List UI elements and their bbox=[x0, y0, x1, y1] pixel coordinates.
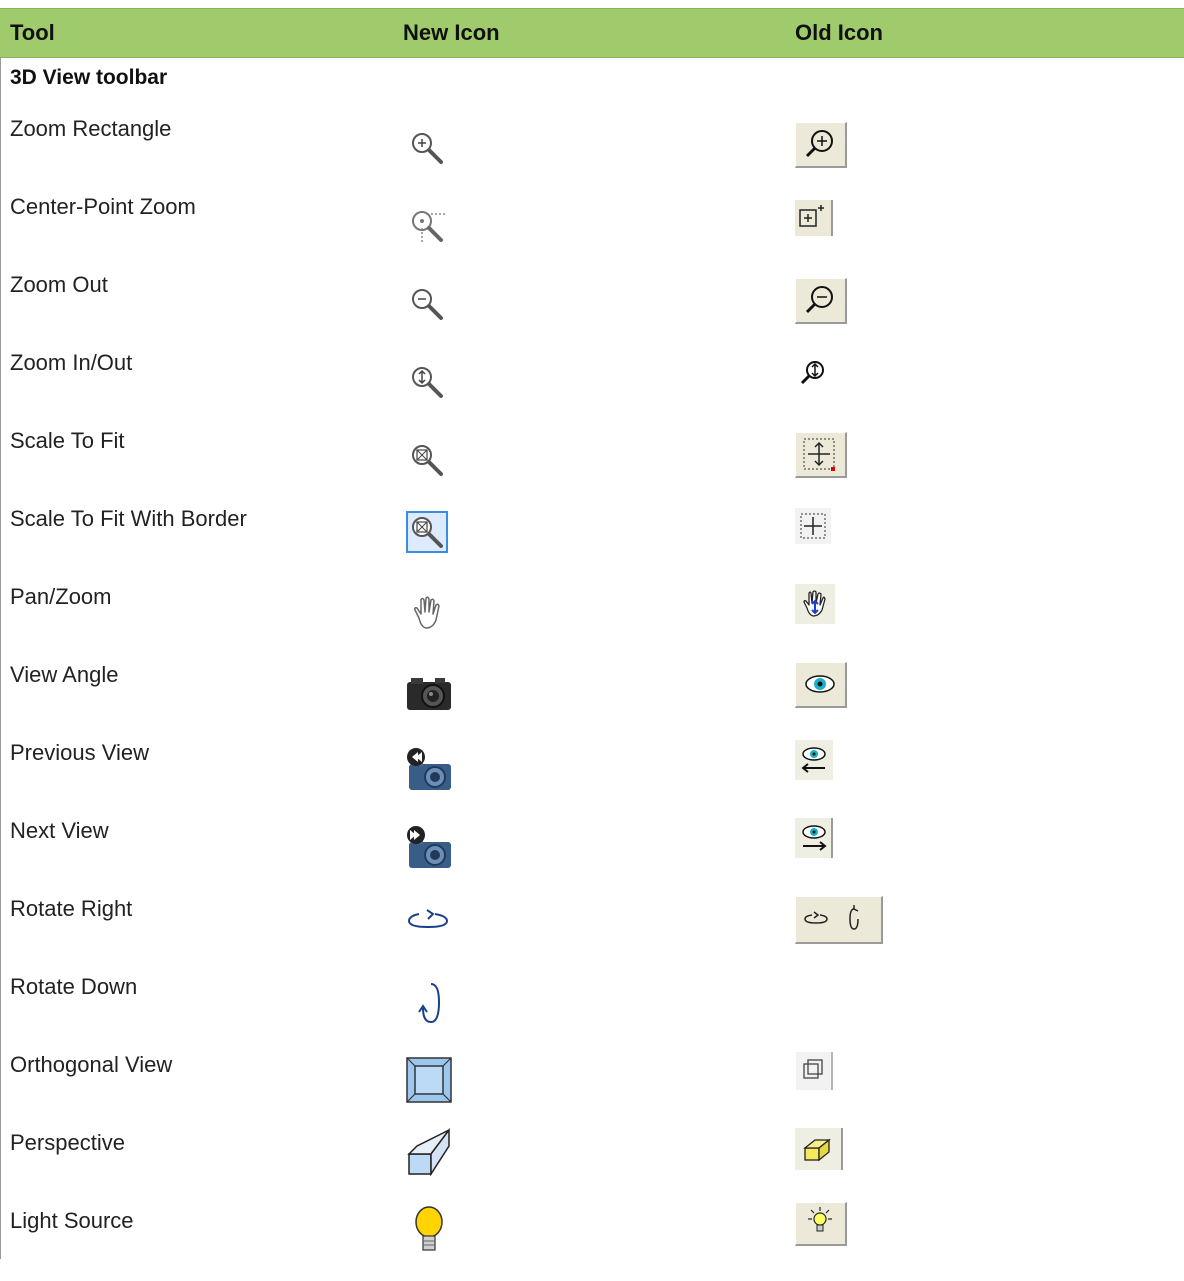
tool-name: Rotate Down bbox=[10, 974, 138, 999]
tool-name: Scale To Fit bbox=[10, 428, 125, 453]
table-row: Light Source bbox=[0, 1202, 1184, 1281]
table-row: Rotate Down bbox=[0, 970, 1184, 1047]
section-title: 3D View toolbar bbox=[10, 66, 168, 89]
table-row: Scale To Fit bbox=[0, 424, 1184, 501]
zoom-plus-button-icon bbox=[795, 122, 847, 168]
table-row: Next View bbox=[0, 814, 1184, 891]
camera-icon bbox=[407, 678, 451, 710]
zoom-in-out-icon bbox=[412, 367, 443, 398]
table-row: Orthogonal View bbox=[0, 1048, 1184, 1125]
center-point-zoom-button-icon bbox=[795, 200, 833, 236]
zoom-in-out-button-icon bbox=[795, 356, 831, 392]
scale-to-fit-border-button-icon bbox=[795, 508, 831, 544]
eye-button-icon bbox=[795, 662, 847, 708]
rotate-buttons-icon bbox=[795, 896, 883, 944]
perspective-button-icon bbox=[795, 1128, 843, 1170]
rotate-down-icon bbox=[418, 983, 441, 1024]
tool-name: Zoom Out bbox=[10, 272, 108, 297]
zoom-plus-icon bbox=[412, 133, 443, 164]
tool-name: Zoom In/Out bbox=[10, 350, 133, 375]
pan-zoom-button-icon bbox=[795, 584, 835, 624]
tool-name: Perspective bbox=[10, 1130, 125, 1155]
tool-name: Zoom Rectangle bbox=[10, 116, 172, 141]
table-row: Scale To Fit With Border bbox=[0, 502, 1184, 579]
camera-next-icon bbox=[407, 826, 451, 868]
tool-name: Orthogonal View bbox=[10, 1052, 173, 1077]
table-row: Perspective bbox=[0, 1126, 1184, 1203]
icon-comparison-table: Tool New Icon Old Icon 3D View toolbar Z… bbox=[0, 0, 1184, 1259]
table-row: Pan/Zoom bbox=[0, 580, 1184, 657]
center-point-zoom-icon bbox=[412, 211, 445, 244]
eye-next-button-icon bbox=[795, 818, 833, 858]
header-tool: Tool bbox=[10, 20, 55, 45]
orthogonal-button-icon bbox=[795, 1052, 833, 1090]
light-bulb-button-icon bbox=[795, 1202, 847, 1246]
header-old-icon: Old Icon bbox=[795, 20, 883, 45]
table-row: Previous View bbox=[0, 736, 1184, 813]
tool-name: Next View bbox=[10, 818, 109, 843]
eye-previous-button-icon bbox=[795, 740, 833, 780]
table-row: Rotate Right bbox=[0, 892, 1184, 969]
table-row: View Angle bbox=[0, 658, 1184, 735]
tool-name: Rotate Right bbox=[10, 896, 133, 921]
scale-to-fit-button-icon bbox=[795, 432, 847, 478]
rotate-right-icon bbox=[407, 909, 449, 929]
tool-name: Pan/Zoom bbox=[10, 584, 112, 609]
tool-name: Previous View bbox=[10, 740, 149, 765]
table-row: Zoom Out bbox=[0, 268, 1184, 345]
orthogonal-cube-icon bbox=[406, 1057, 452, 1103]
table-row: Zoom In/Out bbox=[0, 346, 1184, 423]
hand-icon bbox=[414, 596, 440, 629]
tool-name: Scale To Fit With Border bbox=[10, 506, 247, 531]
header-new-icon: New Icon bbox=[403, 20, 500, 45]
table-row: Center-Point Zoom bbox=[0, 190, 1184, 267]
tool-name: Light Source bbox=[10, 1208, 134, 1233]
table-header-row: Tool New Icon Old Icon bbox=[0, 8, 1184, 58]
table-row: Zoom Rectangle bbox=[0, 112, 1184, 189]
scale-to-fit-icon bbox=[412, 445, 443, 476]
tool-name: View Angle bbox=[10, 662, 119, 687]
perspective-box-icon bbox=[407, 1128, 450, 1176]
light-bulb-icon bbox=[415, 1206, 443, 1251]
zoom-minus-icon bbox=[412, 289, 443, 320]
zoom-minus-button-icon bbox=[795, 278, 847, 324]
scale-to-fit-border-icon bbox=[406, 511, 448, 553]
camera-previous-icon bbox=[407, 748, 451, 790]
tool-name: Center-Point Zoom bbox=[10, 194, 196, 219]
